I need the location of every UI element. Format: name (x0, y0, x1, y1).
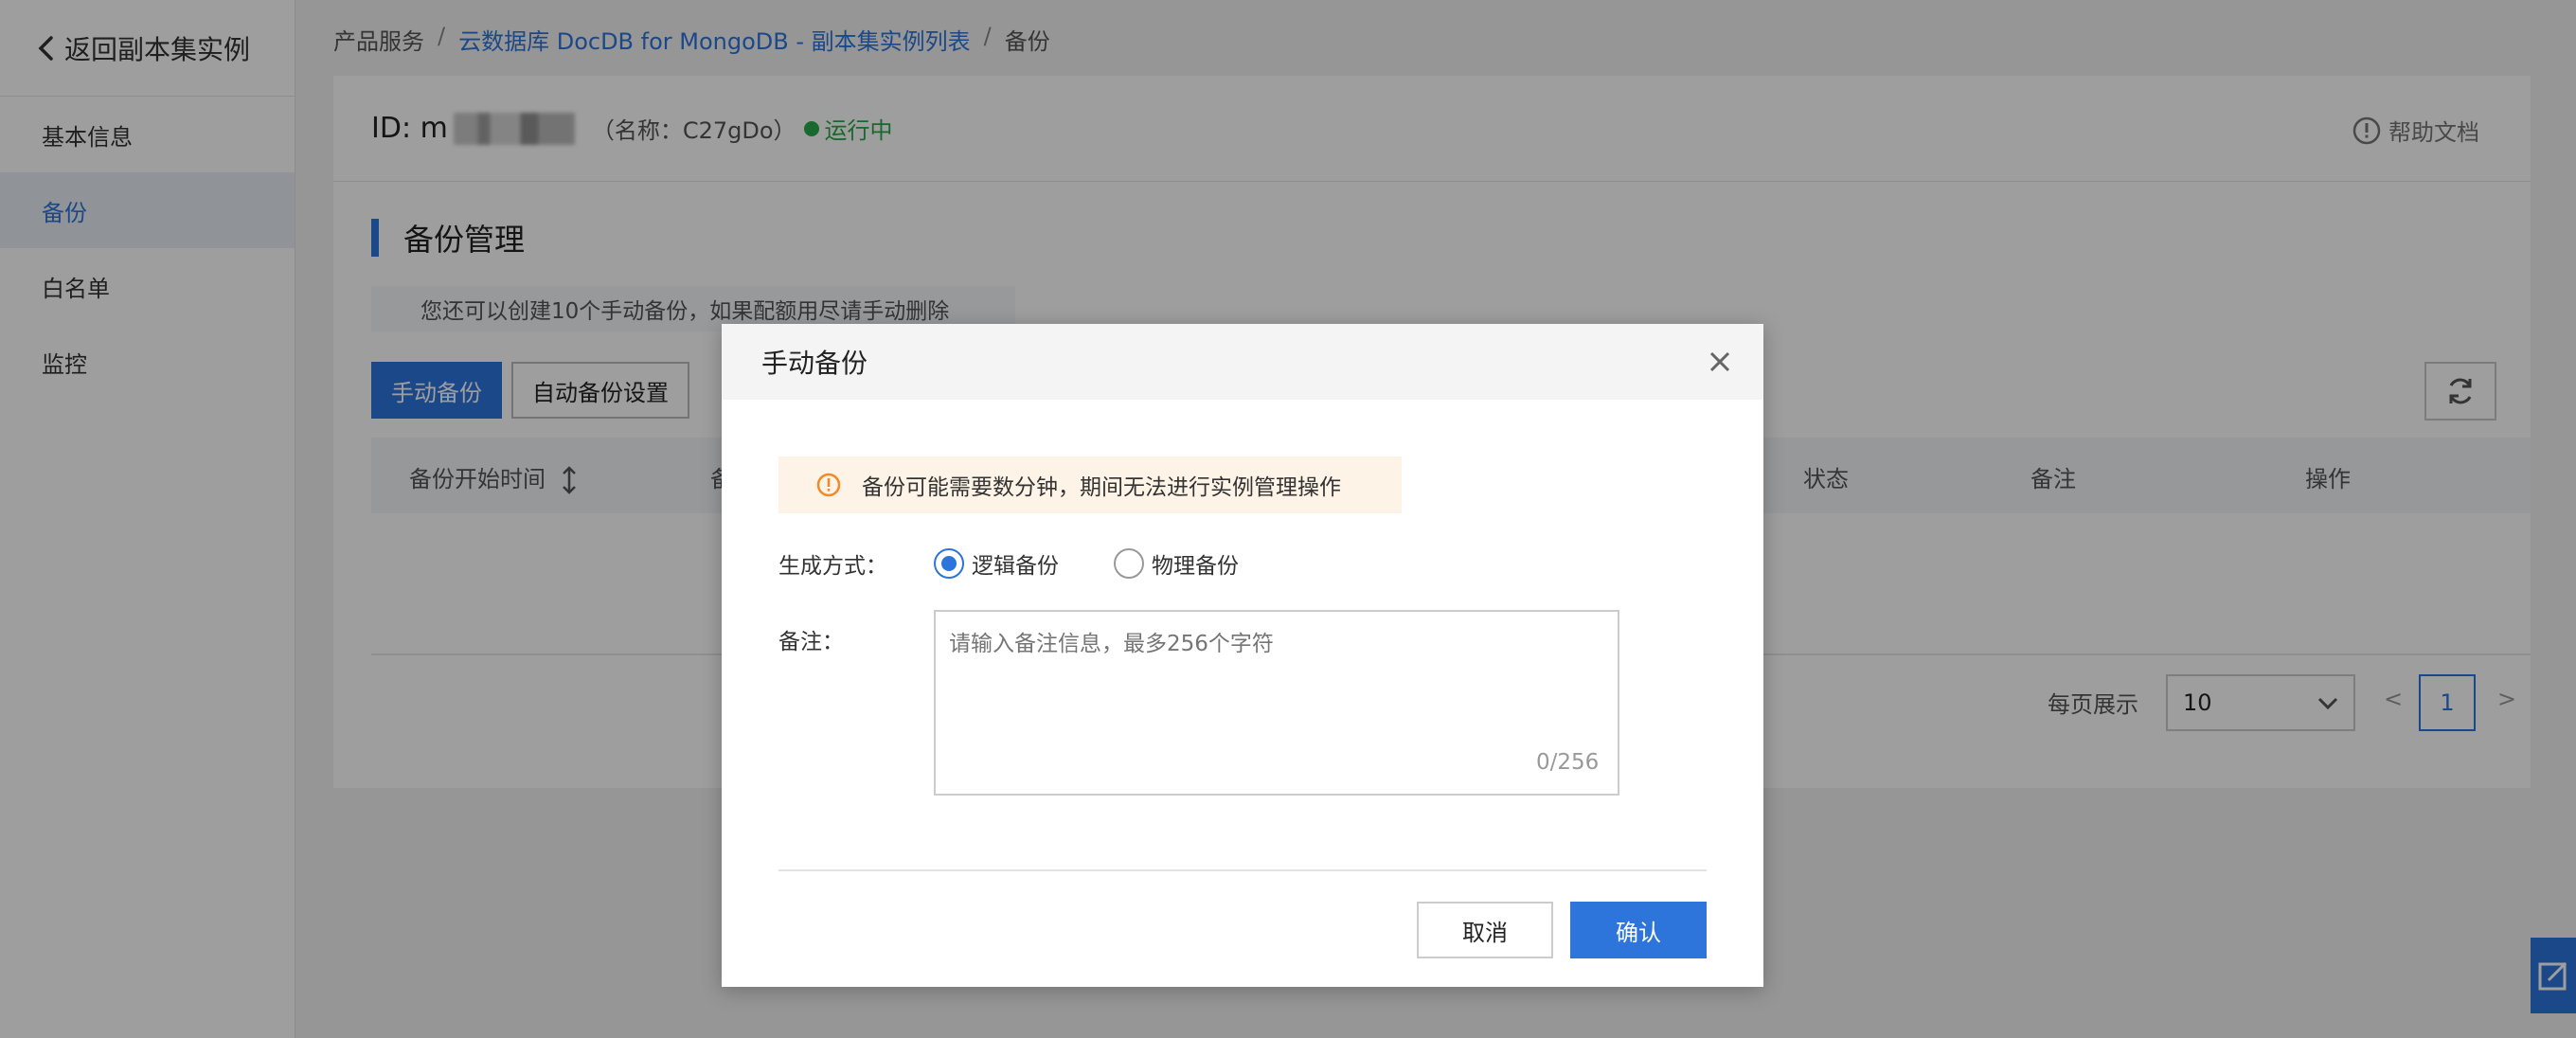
close-icon[interactable] (1705, 347, 1735, 377)
method-label: 生成方式： (778, 554, 887, 579)
manual-backup-dialog: 手动备份 备份可能需要数分钟，期间无法进行实例管理操作 生成方式： 逻辑备份 物… (722, 324, 1763, 987)
backup-method-radio-group: 逻辑备份 物理备份 (934, 547, 1294, 580)
remark-char-counter: 0/256 (1536, 750, 1600, 775)
warning-text: 备份可能需要数分钟，期间无法进行实例管理操作 (862, 475, 1341, 500)
radio-logical-backup[interactable] (934, 548, 964, 579)
warning-icon (816, 473, 841, 497)
radio-physical-backup[interactable] (1114, 548, 1144, 579)
warning-alert: 备份可能需要数分钟，期间无法进行实例管理操作 (778, 456, 1402, 513)
dialog-title: 手动备份 (761, 348, 868, 379)
dialog-divider (778, 869, 1707, 871)
cancel-button[interactable]: 取消 (1417, 902, 1553, 958)
remark-label: 备注： (778, 630, 844, 654)
confirm-button[interactable]: 确认 (1570, 902, 1707, 958)
dialog-header: 手动备份 (722, 324, 1763, 400)
radio-logical-backup-label[interactable]: 逻辑备份 (972, 547, 1059, 580)
remark-textarea[interactable] (934, 610, 1619, 796)
radio-physical-backup-label[interactable]: 物理备份 (1152, 547, 1239, 580)
